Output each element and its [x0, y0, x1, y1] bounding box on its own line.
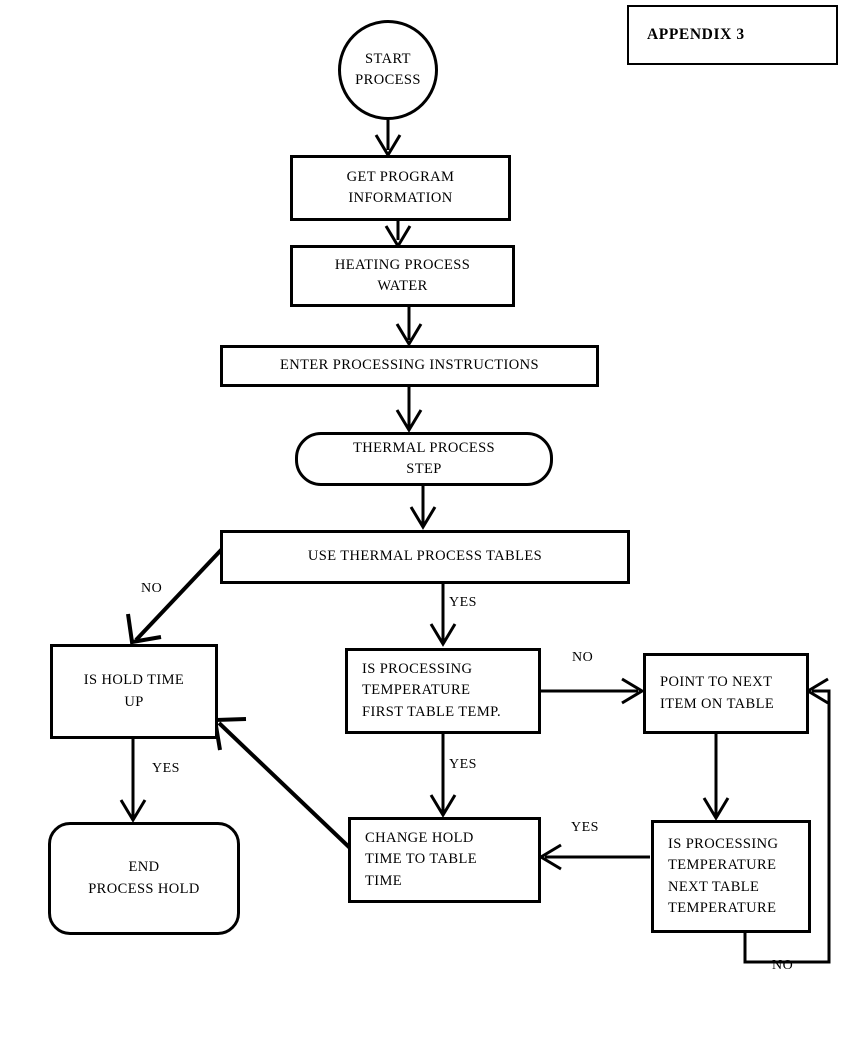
edge-first-temp-yes-to-change-hold: [429, 734, 457, 818]
node-start-process-line1: START: [365, 50, 411, 67]
edge-point-next-to-next-temp: [702, 734, 730, 821]
node-end-hold-line2: PROCESS HOLD: [88, 880, 200, 897]
node-change-hold-line2: TIME TO TABLE: [365, 851, 477, 868]
node-start-process-line2: PROCESS: [355, 72, 421, 88]
node-next-temp-line1: IS PROCESSING: [668, 836, 779, 853]
node-first-temp-line3: FIRST TABLE TEMP.: [362, 703, 501, 720]
node-use-tables-line1: USE THERMAL PROCESS TABLES: [307, 548, 543, 565]
edge-label-no-next-temp: NO: [772, 958, 794, 973]
appendix-label-box: APPENDIX 3: [627, 5, 838, 65]
edge-start-to-get-program: [374, 120, 402, 158]
node-start-process[interactable]: START PROCESS: [338, 20, 438, 120]
node-thermal-step-line1: THERMAL PROCESS: [352, 439, 496, 456]
node-use-thermal-process-tables[interactable]: USE THERMAL PROCESS TABLES: [220, 530, 630, 584]
node-next-temp-line3: NEXT TABLE: [668, 878, 760, 895]
node-get-program-information[interactable]: GET PROGRAM INFORMATION: [290, 155, 511, 221]
node-change-hold-line1: CHANGE HOLD: [365, 830, 474, 847]
node-next-temp-line2: TEMPERATURE: [668, 857, 777, 874]
node-get-program-line1: GET PROGRAM: [346, 168, 455, 185]
edge-hold-time-yes-to-end: [119, 739, 147, 823]
node-end-process-hold[interactable]: END PROCESS HOLD: [48, 822, 240, 935]
node-end-hold-line1: END: [128, 859, 160, 876]
node-is-hold-time-up[interactable]: IS HOLD TIME UP: [50, 644, 218, 739]
node-enter-instructions-line1: ENTER PROCESSING INSTRUCTIONS: [280, 357, 539, 374]
edge-label-yes-use-tables: YES: [449, 595, 477, 610]
edge-next-temp-yes-to-change-hold: [538, 843, 650, 871]
edge-label-yes-first-temp: YES: [449, 757, 477, 772]
edge-label-no-use-tables: NO: [141, 581, 163, 596]
appendix-label-text: APPENDIX 3: [647, 26, 745, 43]
node-heating-line2: WATER: [377, 278, 428, 294]
node-heating-line1: HEATING PROCESS: [334, 256, 471, 273]
edge-thermal-step-to-use-tables: [409, 486, 437, 530]
node-hold-time-line1: IS HOLD TIME: [83, 672, 185, 689]
node-thermal-step-line2: STEP: [406, 461, 442, 477]
edge-get-program-to-heating: [384, 220, 412, 249]
node-heating-process-water[interactable]: HEATING PROCESS WATER: [290, 245, 515, 307]
edge-heating-to-enter-instructions: [395, 306, 423, 347]
edge-change-hold-to-hold-time: [212, 717, 352, 850]
node-hold-time-line2: UP: [124, 693, 144, 710]
node-thermal-process-step[interactable]: THERMAL PROCESS STEP: [295, 432, 553, 486]
edge-enter-instructions-to-thermal-step: [395, 387, 423, 433]
node-enter-processing-instructions[interactable]: ENTER PROCESSING INSTRUCTIONS: [220, 345, 599, 387]
edge-label-yes-hold-time: YES: [152, 761, 180, 776]
node-change-hold-time-to-table-time[interactable]: CHANGE HOLD TIME TO TABLE TIME: [348, 817, 541, 903]
node-first-temp-line2: TEMPERATURE: [362, 682, 471, 699]
node-first-temp-line1: IS PROCESSING: [362, 661, 473, 678]
node-is-processing-temperature-next-table[interactable]: IS PROCESSING TEMPERATURE NEXT TABLE TEM…: [651, 820, 811, 933]
node-point-next-line2: ITEM ON TABLE: [660, 695, 775, 712]
edge-label-no-first-temp: NO: [572, 650, 594, 665]
node-get-program-line2: INFORMATION: [348, 190, 453, 206]
node-change-hold-line3: TIME: [365, 872, 403, 889]
node-is-processing-temperature-first-table[interactable]: IS PROCESSING TEMPERATURE FIRST TABLE TE…: [345, 648, 541, 734]
node-point-next-line1: POINT TO NEXT: [660, 674, 773, 691]
edge-use-tables-yes-to-first-temp: [429, 584, 457, 647]
edge-label-yes-next-temp: YES: [571, 820, 599, 835]
node-next-temp-line4: TEMPERATURE: [668, 899, 777, 916]
node-point-to-next-item-on-table[interactable]: POINT TO NEXT ITEM ON TABLE: [643, 653, 809, 734]
edge-first-temp-no-to-point-next: [541, 677, 645, 705]
